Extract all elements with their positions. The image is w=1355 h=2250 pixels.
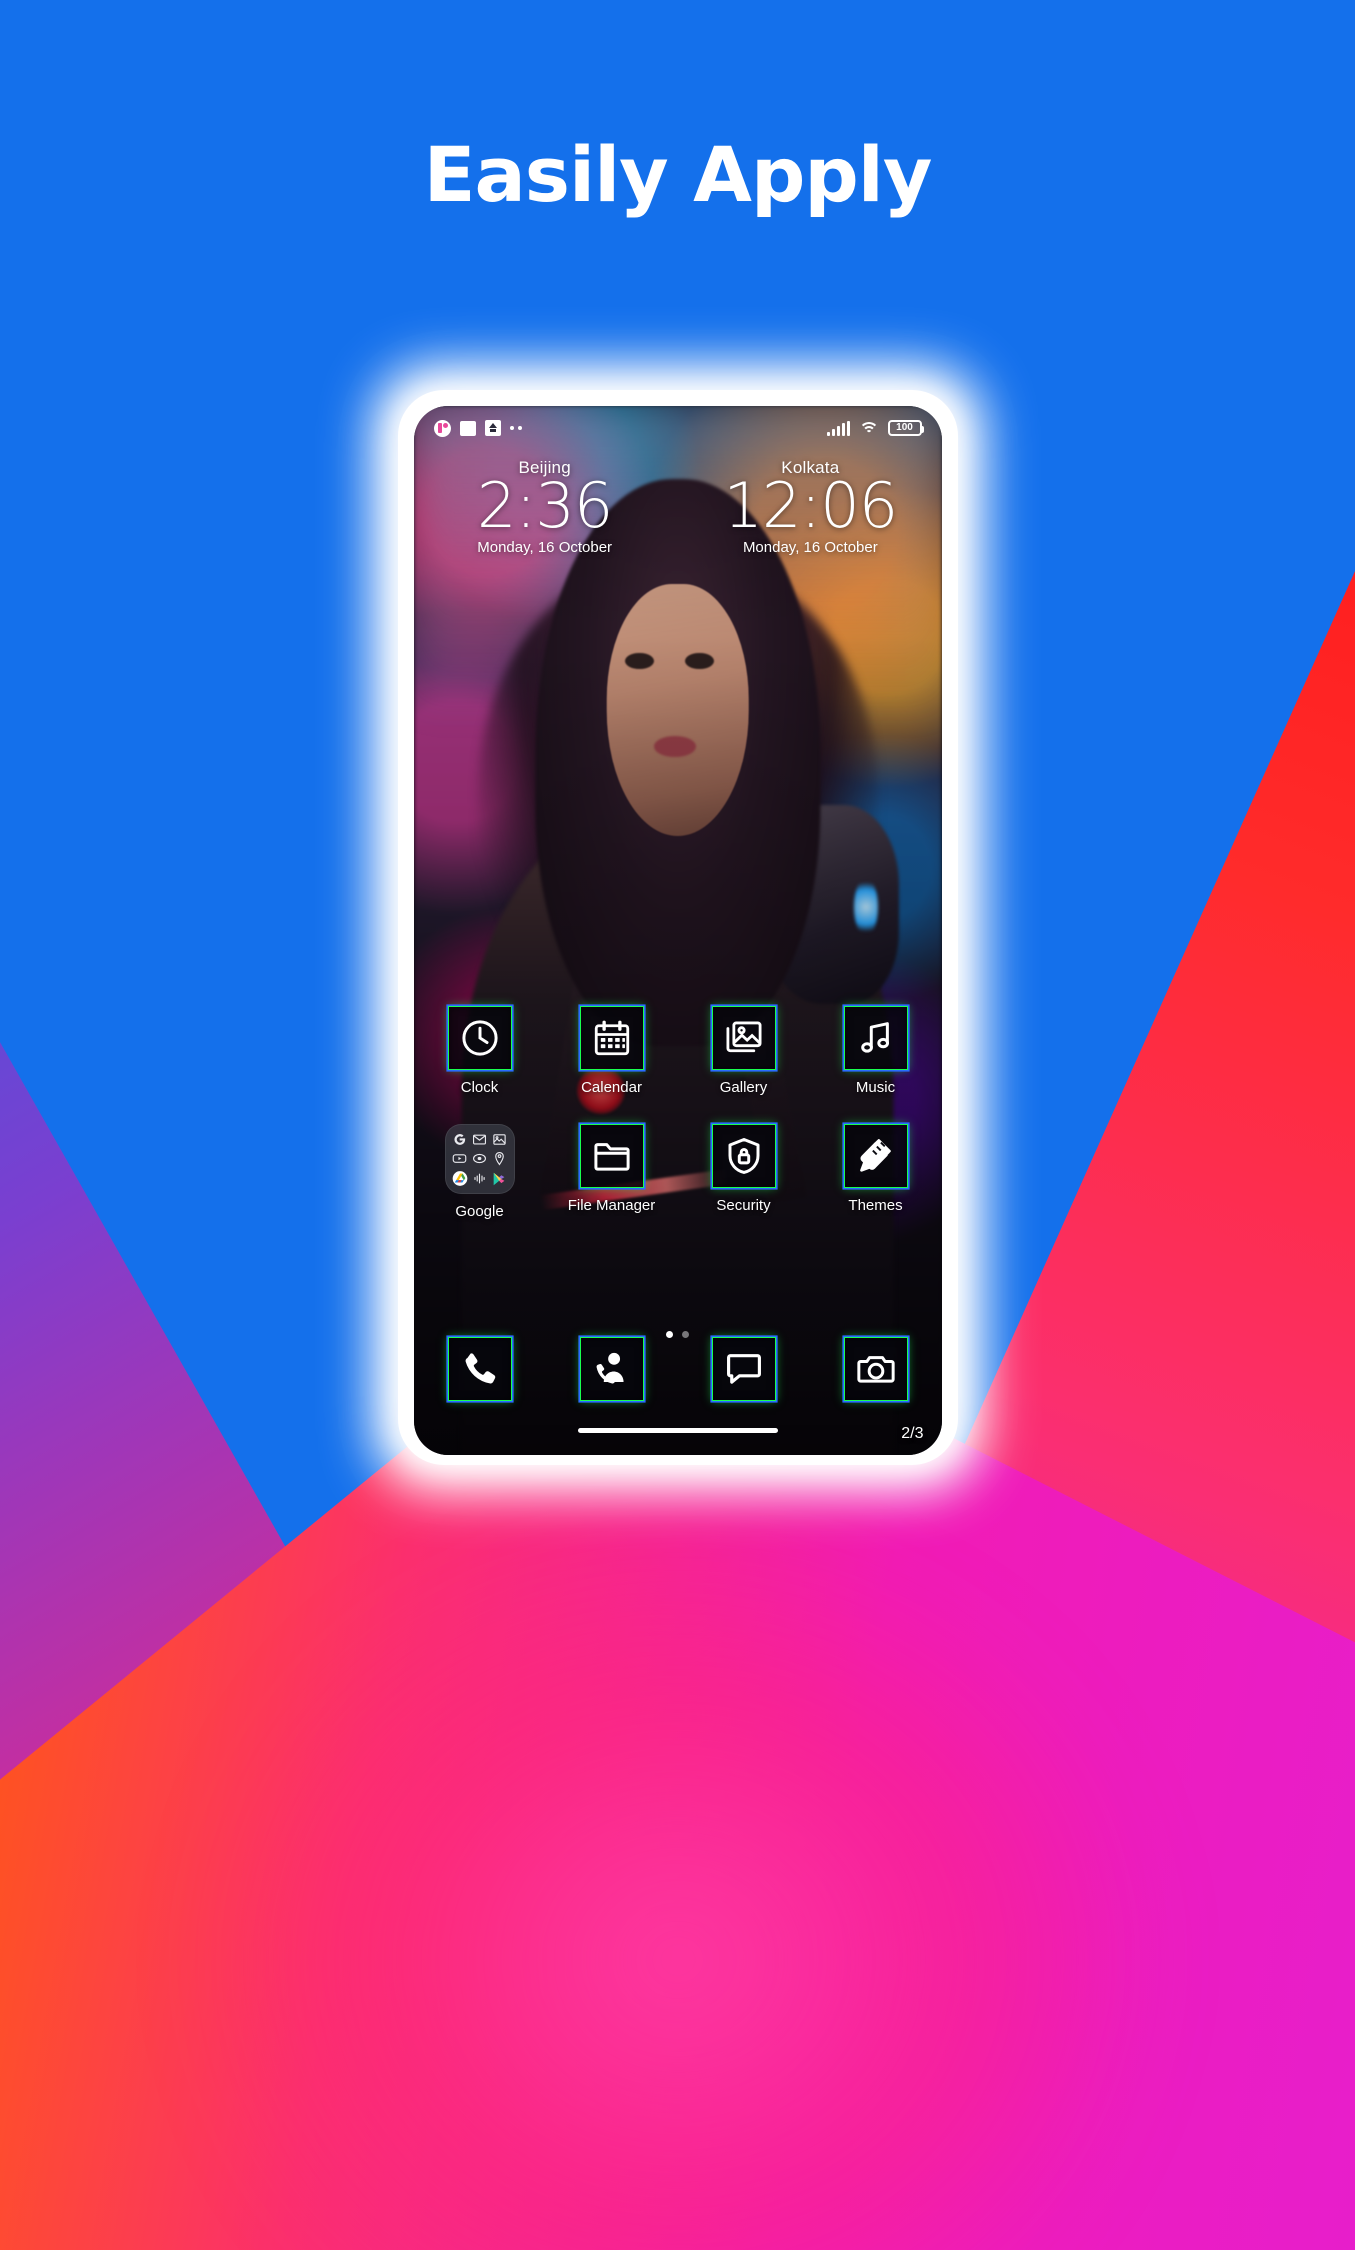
app-label: File Manager	[567, 1197, 656, 1214]
phone-screen[interactable]: 100 Beijing 2:36 Monday, 16 October Kolk…	[413, 406, 942, 1455]
camera-icon[interactable]	[843, 1337, 908, 1401]
paint-roller-icon[interactable]	[843, 1124, 908, 1188]
app-label: Google	[455, 1203, 504, 1220]
dock	[414, 1337, 942, 1401]
status-bar: 100	[414, 406, 942, 450]
clock-time: 12:06	[723, 469, 899, 542]
app-label: Themes	[848, 1197, 903, 1214]
wallpaper	[413, 406, 942, 1455]
app-grid: Clock Calendar Gallery Music Google File…	[414, 1006, 942, 1248]
contacts-icon[interactable]	[579, 1337, 644, 1401]
phone-icon[interactable]	[447, 1337, 512, 1401]
dock-item-camera[interactable]	[828, 1337, 924, 1401]
music-note-icon[interactable]	[843, 1006, 908, 1070]
dock-item-contacts[interactable]	[564, 1337, 660, 1401]
app-row-2: Google File Manager Security Themes	[432, 1124, 924, 1220]
battery-level-label: 100	[896, 422, 913, 433]
page-title: Easily Apply	[423, 130, 933, 219]
wallpaper-vignette	[413, 406, 942, 1455]
phone-mockup: 100 Beijing 2:36 Monday, 16 October Kolk…	[371, 364, 984, 1491]
photos-icon	[491, 1131, 507, 1147]
clock-icon[interactable]	[447, 1006, 512, 1070]
clock-widget-beijing[interactable]: Beijing 2:36 Monday, 16 October	[432, 458, 658, 556]
app-label: Clock	[460, 1079, 499, 1096]
app-label: Music	[855, 1079, 896, 1096]
phone-frame: 100 Beijing 2:36 Monday, 16 October Kolk…	[397, 390, 958, 1465]
more-dots-icon	[509, 426, 522, 430]
clock-date: Monday, 16 October	[477, 538, 613, 556]
drive-icon	[452, 1171, 468, 1187]
app-label: Gallery	[719, 1079, 768, 1096]
page-counter: 2/3	[901, 1425, 924, 1442]
youtube-icon	[452, 1151, 468, 1167]
upload-icon	[484, 420, 501, 436]
app-music[interactable]: Music	[828, 1006, 924, 1096]
calendar-icon[interactable]	[579, 1006, 644, 1070]
message-bubble-icon[interactable]	[711, 1337, 776, 1401]
lens-icon	[471, 1151, 487, 1167]
folder-icon[interactable]	[579, 1124, 644, 1188]
google-search-icon	[452, 1131, 468, 1147]
home-indicator[interactable]	[577, 1428, 778, 1433]
notification-icon	[433, 419, 451, 437]
gallery-icon[interactable]	[711, 1006, 776, 1070]
app-security[interactable]: Security	[696, 1124, 792, 1220]
maps-icon	[491, 1151, 507, 1167]
google-folder-icon[interactable]	[444, 1124, 515, 1194]
app-label: Calendar	[581, 1079, 642, 1096]
battery-icon: 100	[887, 420, 924, 436]
app-gallery[interactable]: Gallery	[696, 1006, 792, 1096]
app-clock[interactable]: Clock	[432, 1006, 528, 1096]
dual-clock-widget[interactable]: Beijing 2:36 Monday, 16 October Kolkata …	[414, 458, 942, 556]
clock-time: 2:36	[477, 469, 613, 542]
app-themes[interactable]: Themes	[828, 1124, 924, 1220]
app-google-folder[interactable]: Google	[432, 1124, 528, 1220]
app-calendar[interactable]: Calendar	[564, 1006, 660, 1096]
play-store-icon	[491, 1171, 507, 1187]
dock-item-messages[interactable]	[696, 1337, 792, 1401]
shield-lock-icon[interactable]	[711, 1124, 776, 1188]
app-file-manager[interactable]: File Manager	[564, 1124, 660, 1220]
gmail-icon	[471, 1131, 487, 1147]
square-icon	[459, 420, 476, 436]
podcasts-icon	[471, 1171, 487, 1187]
app-label: Security	[716, 1197, 771, 1214]
wifi-icon	[858, 421, 879, 436]
clock-widget-kolkata[interactable]: Kolkata 12:06 Monday, 16 October	[697, 458, 923, 556]
dock-item-phone[interactable]	[432, 1337, 528, 1401]
app-row-1: Clock Calendar Gallery Music	[432, 1006, 924, 1096]
status-bar-right: 100	[826, 420, 924, 436]
signal-icon	[826, 420, 850, 436]
status-bar-left	[433, 419, 522, 437]
